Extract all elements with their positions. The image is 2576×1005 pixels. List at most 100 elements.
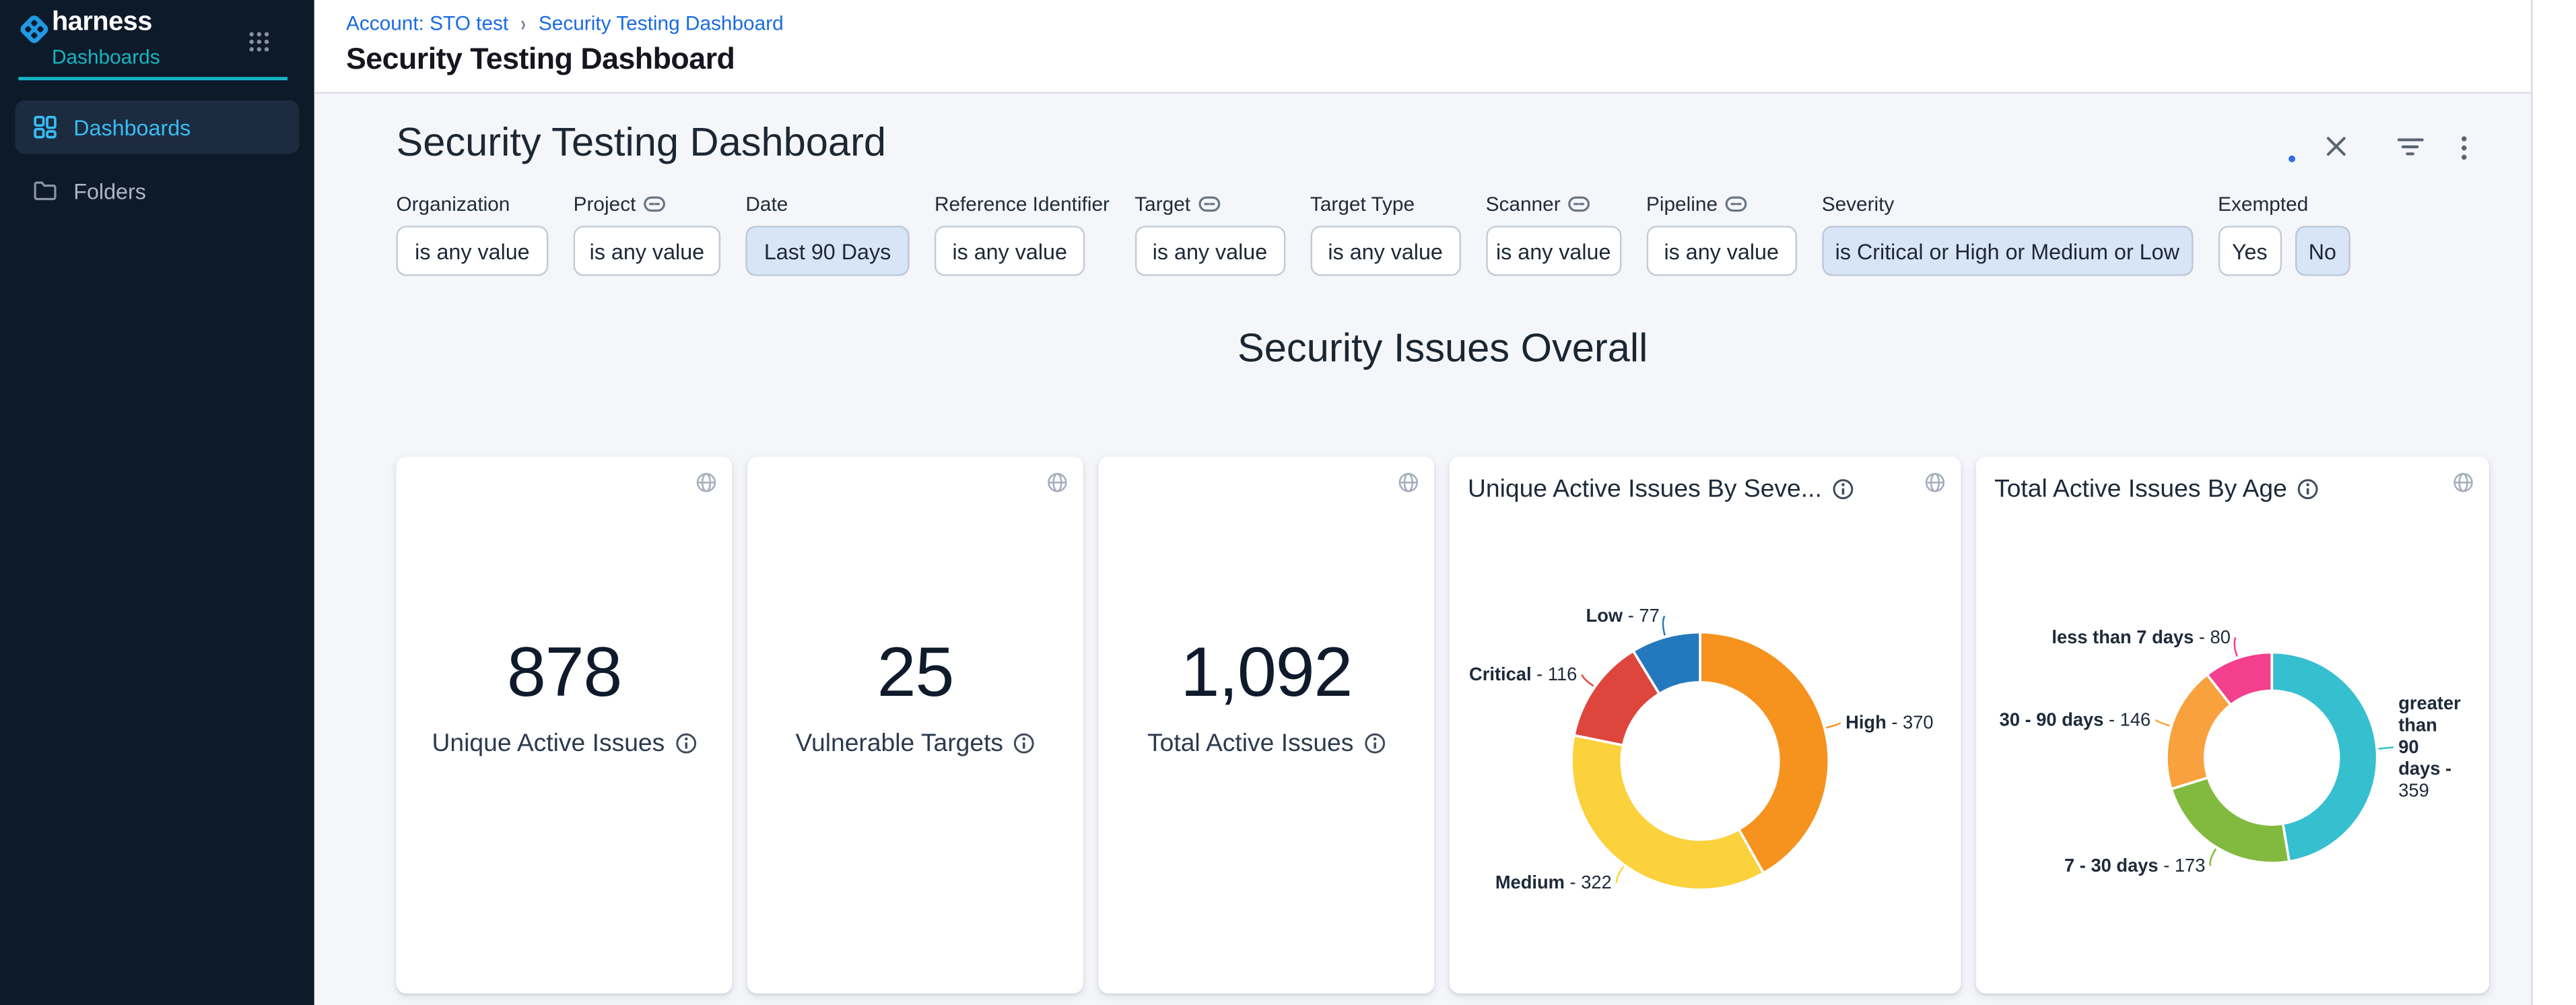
dashboard-grid-icon [34, 115, 57, 139]
sidebar-item-label: Dashboards [73, 115, 191, 139]
filter-target-label: Target [1134, 191, 1190, 215]
filter-scanner: Scanner is any value [1486, 193, 1621, 276]
filter-exempted-yes-button[interactable]: Yes [2218, 226, 2281, 275]
filter-date-value[interactable]: Last 90 Days [745, 226, 909, 275]
scrollbar-track[interactable] [2531, 0, 2576, 1005]
donut-label-connector [2379, 747, 2394, 748]
filter-pipeline-value[interactable]: is any value [1646, 226, 1796, 275]
donut-slice-7-30-days[interactable] [2171, 777, 2289, 863]
sidebar-accent-rule [18, 77, 287, 80]
stat-value: 25 [747, 634, 1083, 711]
filter-exempted: Exempted Yes No [2218, 193, 2350, 276]
filter-project: Project is any value [574, 193, 720, 276]
card-total-active-issues: 1,092 Total Active Issues [1098, 457, 1434, 994]
filter-organization: Organization is any value [396, 193, 548, 276]
age-donut-chart[interactable]: greaterthan90days -359 7 - 30 days - 173 3… [1976, 457, 2489, 994]
donut-label-high: High - 370 [1845, 712, 1933, 733]
chevron-right-icon: › [521, 11, 527, 36]
brand-wordmark[interactable]: harness [52, 8, 152, 38]
breadcrumb-account-link[interactable]: Account: STO test [346, 11, 508, 35]
filter-severity-label: Severity [1822, 191, 1895, 215]
filter-target-type-value[interactable]: is any value [1310, 226, 1460, 275]
info-icon[interactable] [675, 733, 696, 754]
donut-label-connector [1826, 723, 1840, 727]
card-unique-active-issues: 878 Unique Active Issues [396, 457, 732, 994]
cursor-dot [2289, 156, 2295, 162]
stat-value: 878 [396, 634, 732, 711]
donut-label-connector [2235, 637, 2237, 656]
kebab-menu-icon[interactable] [2461, 135, 2468, 160]
chart-title: Unique Active Issues By Seve... [1468, 475, 1822, 503]
info-icon[interactable] [1832, 478, 1854, 500]
severity-donut-chart[interactable]: High - 370Medium - 322Critical - 116Low … [1450, 457, 1961, 994]
close-icon[interactable] [2326, 135, 2347, 157]
filter-scanner-label: Scanner [1486, 191, 1561, 215]
filter-target-type-label: Target Type [1310, 191, 1415, 215]
sidebar-nav: Dashboards Folders [0, 100, 314, 228]
sidebar-item-folders[interactable]: Folders [15, 164, 299, 217]
donut-label-30-90-days: 30 - 90 days - 146 [2000, 709, 2151, 730]
page-title: Security Testing Dashboard [346, 42, 735, 77]
filter-project-label: Project [574, 191, 636, 215]
filter-target: Target is any value [1134, 193, 1285, 276]
filter-funnel-icon[interactable] [2397, 137, 2424, 158]
globe-icon[interactable] [696, 472, 717, 493]
top-header: Account: STO test › Security Testing Das… [314, 0, 2531, 94]
filter-severity: Severity is Critical or High or Medium o… [1822, 193, 2193, 276]
info-icon[interactable] [2297, 478, 2319, 500]
donut-label-connector [1617, 866, 1623, 882]
card-issues-by-age-chart: Total Active Issues By Age greaterthan90… [1976, 457, 2489, 994]
filter-reference-identifier-value[interactable]: is any value [935, 226, 1085, 275]
chart-title: Total Active Issues By Age [1994, 475, 2287, 503]
donut-slice-medium[interactable] [1571, 736, 1763, 890]
module-label: Dashboards [52, 45, 160, 69]
filter-target-type: Target Type is any value [1310, 193, 1460, 276]
donut-label-connector [2210, 849, 2216, 866]
info-icon[interactable] [1013, 733, 1035, 754]
harness-logo-icon[interactable] [18, 13, 50, 45]
card-issues-by-severity-chart: Unique Active Issues By Seve... High - 3… [1450, 457, 1961, 994]
sidebar-item-dashboards[interactable]: Dashboards [15, 100, 299, 154]
dashboard-panel: Security Testing Dashboard Organization … [314, 94, 2531, 1005]
filter-organization-value[interactable]: is any value [396, 226, 548, 275]
link-icon [1726, 195, 1747, 212]
filter-exempted-label: Exempted [2218, 191, 2308, 215]
filter-scanner-value[interactable]: is any value [1486, 226, 1621, 275]
section-title: Security Issues Overall [396, 326, 2489, 373]
donut-label-connector [1663, 616, 1665, 635]
filter-pipeline: Pipeline is any value [1646, 193, 1796, 276]
info-icon[interactable] [1363, 733, 1385, 754]
card-vulnerable-targets: 25 Vulnerable Targets [747, 457, 1083, 994]
stat-label: Unique Active Issues [432, 730, 665, 758]
donut-label-greater-than-90-days: greaterthan90days -359 [2398, 692, 2461, 800]
stat-label: Vulnerable Targets [796, 730, 1004, 758]
filter-date-label: Date [745, 191, 788, 215]
filter-severity-value[interactable]: is Critical or High or Medium or Low [1822, 226, 2193, 275]
globe-icon[interactable] [1398, 472, 1419, 493]
stat-label: Total Active Issues [1147, 730, 1353, 758]
stat-value: 1,092 [1098, 634, 1434, 711]
filter-target-value[interactable]: is any value [1134, 226, 1285, 275]
dashboard-title: Security Testing Dashboard [396, 121, 886, 168]
donut-label-low: Low - 77 [1586, 605, 1660, 626]
filter-reference-identifier-label: Reference Identifier [935, 191, 1110, 215]
filter-project-value[interactable]: is any value [574, 226, 720, 275]
globe-icon[interactable] [1046, 472, 1068, 493]
filter-exempted-no-button[interactable]: No [2295, 226, 2350, 275]
donut-label-less-than-7-days: less than 7 days - 80 [2052, 626, 2231, 647]
link-icon [1569, 195, 1590, 212]
filter-pipeline-label: Pipeline [1646, 191, 1718, 215]
link-icon [1198, 195, 1220, 212]
app-switcher-icon[interactable] [247, 30, 271, 54]
donut-slice-greater-than-90-days[interactable] [2272, 652, 2377, 862]
filter-bar: Organization is any value Project is any… [396, 193, 2350, 276]
folder-icon [34, 181, 57, 201]
sidebar-item-label: Folders [73, 178, 146, 203]
cards-row: 878 Unique Active Issues 25 Vulnerable T… [396, 457, 2489, 994]
donut-label-7-30-days: 7 - 30 days - 173 [2064, 855, 2205, 876]
donut-label-connector [1582, 674, 1594, 686]
breadcrumb-dashboard-link[interactable]: Security Testing Dashboard [539, 11, 784, 35]
donut-label-critical: Critical - 116 [1469, 663, 1577, 684]
link-icon [644, 195, 666, 212]
breadcrumb: Account: STO test › Security Testing Das… [346, 11, 784, 35]
